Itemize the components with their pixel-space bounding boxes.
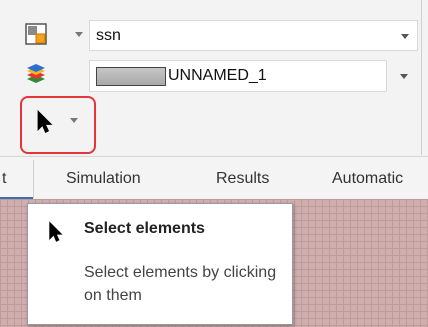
tab-automation[interactable]: Automatic [332,170,428,188]
material-color-swatch [96,66,166,86]
select-tool-button[interactable] [32,109,56,135]
toolbar-divider [421,0,422,155]
view-mode-button[interactable] [24,22,48,46]
material-combo-box[interactable]: UNNAMED_1 [89,60,418,92]
ribbon-tab-bar: t Simulation Results Automatic [0,156,428,200]
tooltip-popup: Select elements Select elements by click… [27,203,293,325]
tooltip-description: Select elements by clicking on them [84,264,277,304]
tooltip-title: Select elements [84,220,205,237]
split-view-icon [25,23,47,45]
tab-simulation[interactable]: Simulation [66,170,141,188]
tab-results[interactable]: Results [216,170,269,188]
top-combo-value: ssn [96,26,121,44]
chevron-down-icon[interactable] [70,118,78,123]
chevron-down-icon[interactable] [401,33,409,39]
tab-divider [33,160,34,198]
ribbon-toolbar: ssn UNNAMED_1 [0,0,428,155]
chevron-down-icon[interactable] [400,74,408,79]
material-combo-value: UNNAMED_1 [168,67,267,84]
layers-button[interactable] [24,62,48,86]
arrow-cursor-icon [37,110,53,134]
chevron-down-icon[interactable] [75,32,83,37]
arrow-cursor-icon [47,221,63,248]
tab-partial[interactable]: t [2,170,6,188]
top-combo-box[interactable]: ssn [89,20,418,51]
layer-stack-icon [27,64,45,83]
